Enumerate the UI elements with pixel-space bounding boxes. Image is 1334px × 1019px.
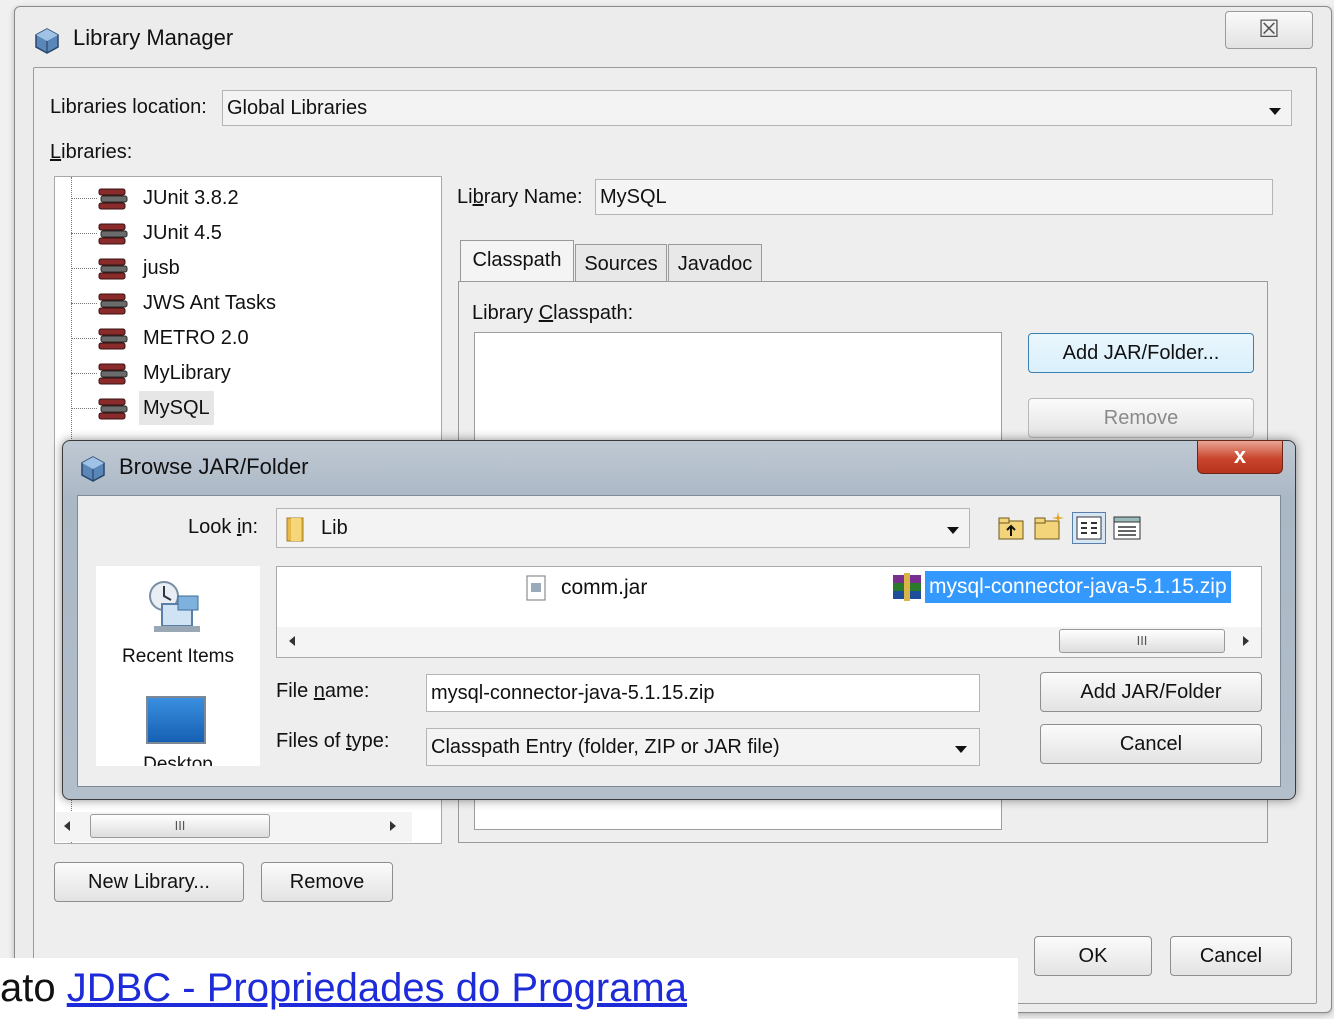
remove-library-button[interactable]: Remove [261,862,393,902]
tree-connector [71,338,97,339]
library-tree-label: JUnit 3.8.2 [143,187,239,209]
file-item-mysql-connector[interactable]: mysql-connector-java-5.1.15.zip [891,571,1263,603]
files-of-type-label: Files of type: [276,730,390,752]
libraries-label-rest: ibraries: [61,141,133,163]
scroll-right-arrow-icon[interactable] [390,821,396,831]
file-name-field[interactable]: mysql-connector-java-5.1.15.zip [426,674,980,712]
look-in-combo[interactable]: Lib [276,508,970,548]
tree-connector [71,198,97,199]
scroll-thumb[interactable]: III [90,814,270,838]
library-books-icon [97,327,131,351]
window-title: Library Manager [73,25,234,50]
new-library-button[interactable]: New Library... [54,862,244,902]
library-tree-label: MyLibrary [143,362,231,384]
tree-horizontal-scrollbar[interactable]: III [56,812,412,842]
ok-button[interactable]: OK [1034,936,1152,976]
library-books-icon [97,222,131,246]
library-books-icon [97,397,131,421]
dialog-title: Browse JAR/Folder [119,454,309,479]
scroll-left-arrow-icon[interactable] [64,821,70,831]
chevron-down-icon [1269,108,1281,115]
add-jar-folder-button[interactable]: Add JAR/Folder... [1028,333,1254,373]
cancel-button[interactable]: Cancel [1170,936,1292,976]
remove-jar-button[interactable]: Remove [1028,398,1254,438]
close-icon: x [1233,443,1247,468]
folder-icon [285,515,311,543]
library-books-icon [97,187,131,211]
look-in-value: Lib [321,517,348,539]
tree-connector [71,268,97,269]
look-in-label: Look in: [188,516,259,538]
desktop-icon[interactable] [146,696,206,744]
list-view-icon[interactable] [1072,512,1106,544]
up-folder-icon[interactable] [996,514,1026,542]
dialog-add-jar-folder-button[interactable]: Add JAR/Folder [1040,672,1262,712]
add-jar-folder-label: Add JAR/Folder... [1062,342,1220,364]
recent-items-label[interactable]: Recent Items [96,646,260,668]
details-view-icon[interactable] [1110,512,1144,544]
file-name-label: File name: [276,680,370,702]
tree-connector [71,233,97,234]
tree-connector [71,373,97,374]
close-button[interactable]: ☒ [1225,11,1313,49]
library-books-icon [97,292,131,316]
scroll-thumb[interactable]: III [1059,629,1225,653]
libraries-location-combo[interactable]: Global Libraries [222,90,1292,126]
library-classpath-label: Library Classpath: [472,302,634,324]
libraries-location-label: Libraries location: [50,96,207,118]
dialog-cancel-button[interactable]: Cancel [1040,724,1262,764]
library-tree-label: MySQL [139,391,214,425]
netbeans-cube-icon [79,455,107,483]
dialog-close-button[interactable]: x [1197,440,1283,474]
file-list-horizontal-scrollbar[interactable]: III [277,627,1261,657]
library-tree-label: JUnit 4.5 [143,222,222,244]
winrar-archive-icon [891,573,923,601]
libraries-label: Libraries: [50,141,133,163]
file-name-text: comm.jar [561,576,648,599]
netbeans-cube-icon [33,27,61,55]
new-folder-icon[interactable] [1032,510,1066,542]
library-tree-label: METRO 2.0 [143,327,249,349]
file-list[interactable]: comm.jar mysql-connector-java-5.1.15.zip… [276,566,1262,658]
libraries-location-value: Global Libraries [227,97,368,119]
library-tree-label: jusb [143,257,180,279]
tab-sources[interactable]: Sources [575,244,667,282]
tab-javadoc[interactable]: Javadoc [668,244,762,282]
chevron-down-icon [955,746,967,753]
tab-classpath[interactable]: Classpath [460,240,574,282]
files-of-type-value: Classpath Entry (folder, ZIP or JAR file… [431,736,780,758]
jar-file-icon [525,575,547,601]
footer-caption: ato JDBC - Propriedades do Programa [0,958,1018,1019]
recent-items-icon[interactable] [144,576,208,638]
scroll-left-arrow-icon[interactable] [289,636,295,646]
library-tree-label: JWS Ant Tasks [143,292,277,314]
tree-connector [71,408,97,409]
library-name-label: Library Name: [457,186,583,208]
library-books-icon [97,257,131,281]
chevron-down-icon [947,527,959,534]
desktop-label[interactable]: Desktop [96,754,260,766]
tree-connector [71,303,97,304]
footer-prefix: ato [0,966,67,1010]
library-name-field[interactable]: MySQL [595,179,1273,215]
places-bar: Recent Items Desktop [96,566,260,766]
footer-link[interactable]: JDBC - Propriedades do Programa [67,966,687,1010]
files-of-type-combo[interactable]: Classpath Entry (folder, ZIP or JAR file… [426,728,980,766]
scroll-right-arrow-icon[interactable] [1243,636,1249,646]
library-books-icon [97,362,131,386]
selected-file-name-text: mysql-connector-java-5.1.15.zip [925,571,1231,603]
